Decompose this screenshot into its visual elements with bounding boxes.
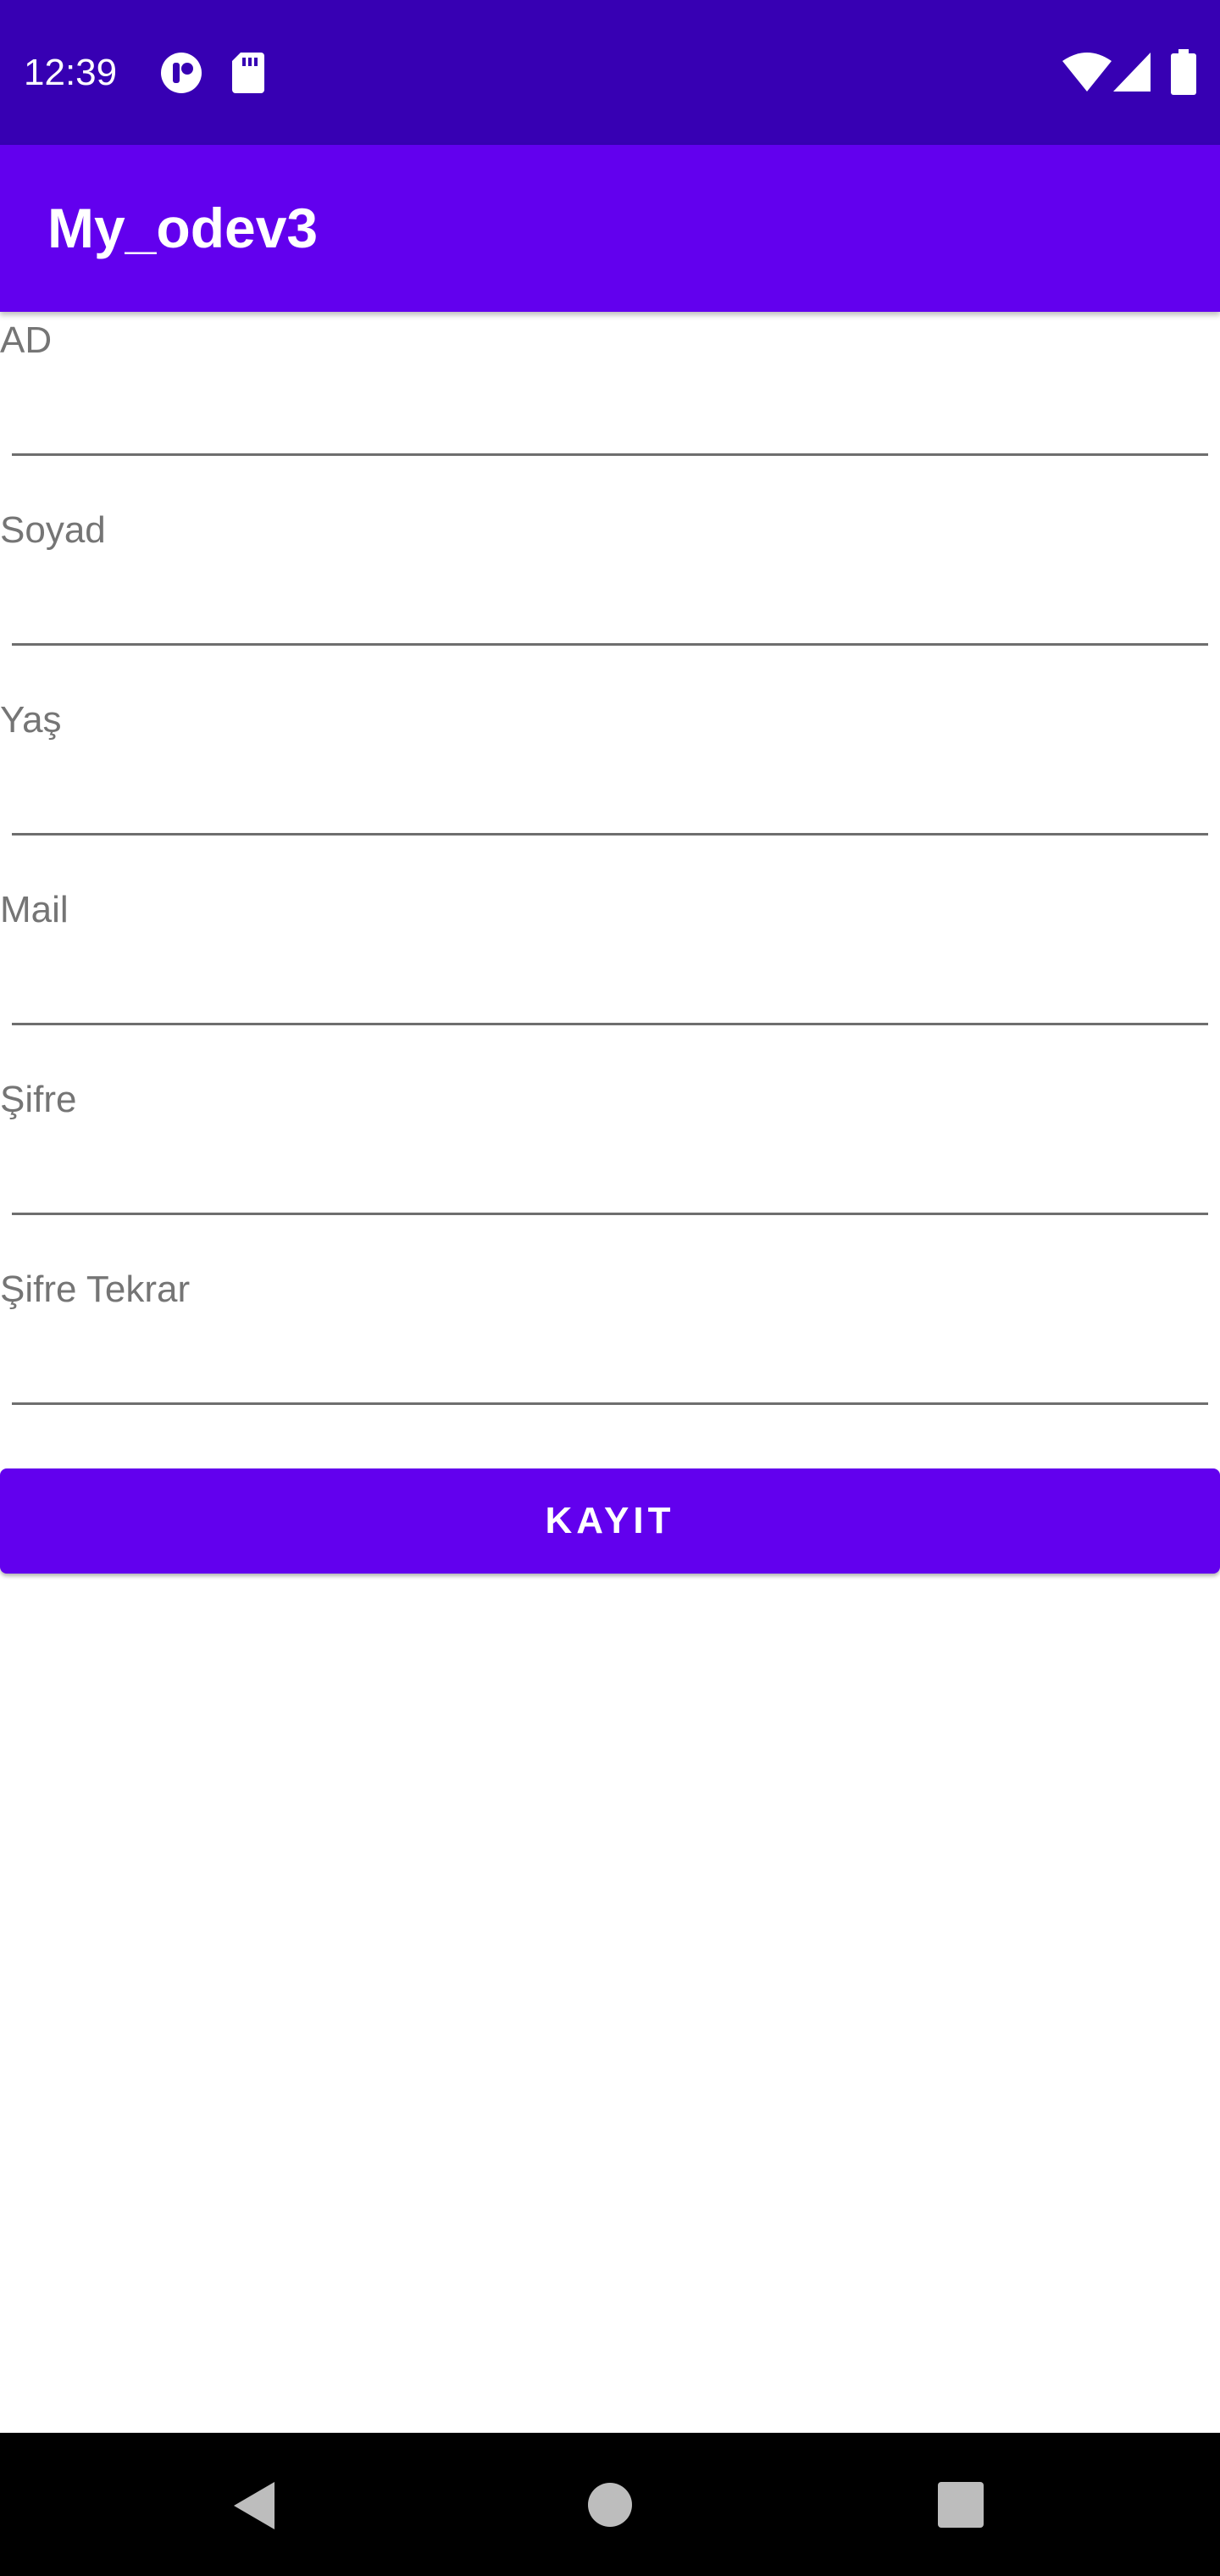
back-button[interactable] [169,2433,339,2576]
battery-icon [1171,49,1196,95]
yas-input[interactable] [12,759,1208,836]
recents-icon [938,2482,984,2528]
field-ad: AD [0,317,1220,495]
field-mail: Mail [0,886,1220,1064]
notification-icon [161,53,202,93]
yas-label: Yaş [0,699,62,741]
signal-icon [1113,53,1151,92]
ad-label: AD [0,319,53,361]
ad-input[interactable] [12,380,1208,456]
field-yas: Yaş [0,697,1220,874]
home-button[interactable] [525,2433,695,2576]
mail-label: Mail [0,889,69,930]
sifre-label: Şifre [0,1079,77,1120]
home-icon [588,2483,632,2527]
wifi-icon [1062,53,1112,92]
field-sifre-tekrar: Şifre Tekrar [0,1266,1220,1444]
kayit-button[interactable]: KAYIT [0,1468,1220,1574]
status-time: 12:39 [24,52,118,93]
app-title: My_odev3 [47,197,319,259]
sifre-tekrar-label: Şifre Tekrar [0,1269,191,1310]
status-bar: 12:39 [0,0,1220,145]
sifre-input[interactable] [12,1139,1208,1215]
back-icon [234,2482,274,2529]
app-bar: My_odev3 [0,145,1220,312]
field-soyad: Soyad [0,507,1220,685]
navigation-bar [0,2433,1220,2576]
soyad-label: Soyad [0,509,106,551]
sifre-tekrar-input[interactable] [12,1329,1208,1405]
mail-input[interactable] [12,949,1208,1025]
sd-card-icon [232,53,264,93]
field-sifre: Şifre [0,1076,1220,1254]
soyad-input[interactable] [12,569,1208,646]
recents-button[interactable] [876,2433,1045,2576]
